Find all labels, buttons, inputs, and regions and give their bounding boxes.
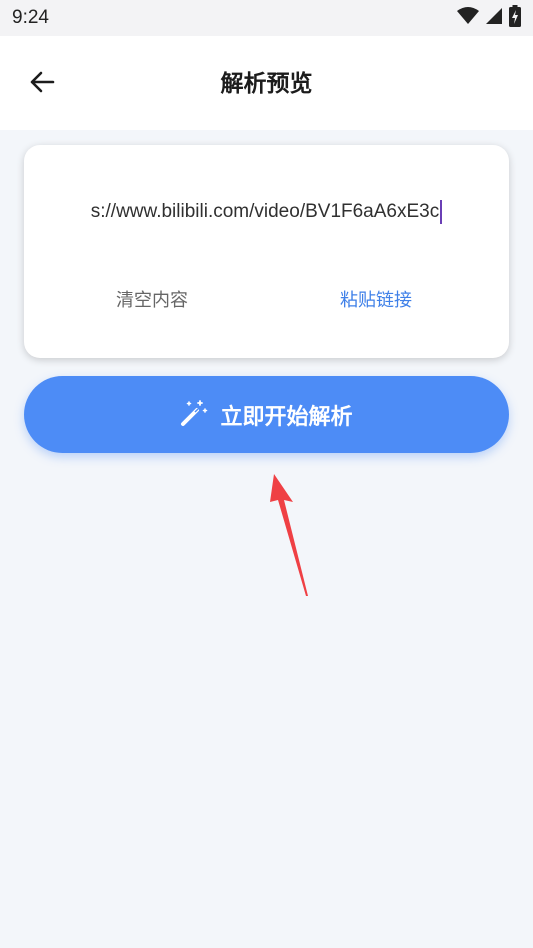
battery-icon [509,5,521,31]
magic-wand-icon [180,399,208,431]
wifi-icon [457,7,479,29]
status-icons [457,5,521,31]
start-parse-label: 立即开始解析 [220,404,353,430]
start-parse-button[interactable]: 立即开始解析 [24,376,509,453]
annotation-arrow-icon [262,470,322,604]
app-bar: 解析预览 [0,36,533,130]
url-text: s://www.bilibili.com/video/BV1F6aA6xE3c [90,201,440,222]
paste-link-button[interactable]: 粘贴链接 [340,285,412,317]
url-input-card: s://www.bilibili.com/video/BV1F6aA6xE3c … [24,145,509,358]
signal-icon [485,7,503,29]
text-cursor [440,199,443,224]
status-time: 9:24 [12,7,49,28]
clear-content-button[interactable]: 清空内容 [116,285,188,317]
status-bar: 9:24 [0,0,533,36]
page-title: 解析预览 [220,71,313,97]
url-input[interactable]: s://www.bilibili.com/video/BV1F6aA6xE3c [48,195,485,229]
